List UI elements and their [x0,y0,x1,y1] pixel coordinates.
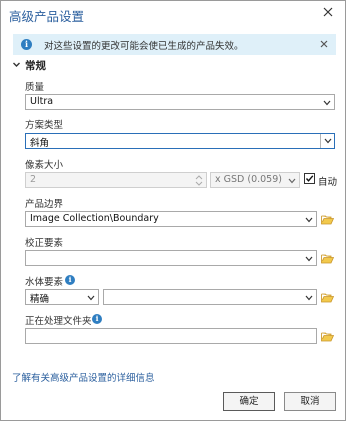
water-features-mode-value: 精确 [30,294,50,305]
browse-folder-icon[interactable] [321,331,334,342]
quality-label: 质量 [25,82,45,93]
advanced-product-settings-dialog: 高级产品设置 i 对这些设置的更改可能会使已生成的产品失效。 常规 质量 Ult… [0,0,346,421]
dialog-title: 高级产品设置 [9,9,85,24]
chevron-down-icon [305,256,313,262]
water-features-label: 水体要素 [25,277,64,288]
pixel-size-spinner[interactable]: 2 [25,172,207,188]
ok-button[interactable]: 确定 [223,392,275,411]
product-boundary-select[interactable]: Image Collection\Boundary [25,211,317,227]
info-icon: i [21,39,32,50]
cancel-button[interactable]: 取消 [284,392,336,411]
section-general-label: 常规 [25,60,46,72]
auto-pixel-size-label[interactable]: 自动 [318,174,337,188]
auto-pixel-size-checkbox[interactable] [304,173,315,184]
info-message-bar: i 对这些设置的更改可能会使已生成的产品失效。 [13,34,336,55]
info-message-text: 对这些设置的更改可能会使已生成的产品失效。 [44,41,244,52]
scheme-type-label: 方案类型 [25,120,64,131]
pixel-size-label: 像素大小 [25,160,64,171]
water-features-mode-select[interactable]: 精确 [25,289,99,305]
scheme-type-select[interactable]: 斜角 [25,133,335,149]
pixel-size-value: 2 [30,174,37,185]
quality-value: Ultra [30,96,54,107]
processing-folder-input[interactable] [25,328,317,344]
close-icon [323,7,333,17]
correction-features-label: 校正要素 [25,238,64,249]
chevron-down-icon [324,138,332,144]
scheme-type-value: 斜角 [30,138,50,149]
chevron-down-icon [323,100,331,106]
chevron-down-icon [288,178,296,184]
processing-folder-label: 正在处理文件夹 [25,316,92,327]
chevron-down-icon [305,295,313,301]
browse-folder-icon[interactable] [321,253,334,264]
product-boundary-label: 产品边界 [25,199,64,210]
spinner-up-icon[interactable] [195,175,203,180]
product-boundary-value: Image Collection\Boundary [30,213,159,224]
checkmark-icon [305,175,314,182]
pixel-size-unit-select[interactable]: x GSD (0.059) [210,172,300,188]
chevron-down-icon [13,62,20,67]
water-features-info-icon[interactable]: i [65,275,75,285]
dismiss-info-button[interactable] [318,38,330,50]
close-dialog-button[interactable] [321,5,335,19]
pixel-size-unit-value: x GSD (0.059) [215,174,282,185]
spinner-down-icon[interactable] [195,181,203,186]
water-features-select[interactable] [103,289,317,305]
processing-folder-info-icon[interactable]: i [92,314,102,324]
browse-folder-icon[interactable] [321,292,334,303]
scheme-type-dropdown-button[interactable] [320,134,334,148]
chevron-down-icon [305,217,313,223]
quality-select[interactable]: Ultra [25,94,335,110]
close-icon [320,40,328,48]
chevron-down-icon [87,295,95,301]
learn-more-link[interactable]: 了解有关高级产品设置的详细信息 [12,370,155,384]
correction-features-select[interactable] [25,250,317,266]
browse-folder-icon[interactable] [321,214,334,225]
